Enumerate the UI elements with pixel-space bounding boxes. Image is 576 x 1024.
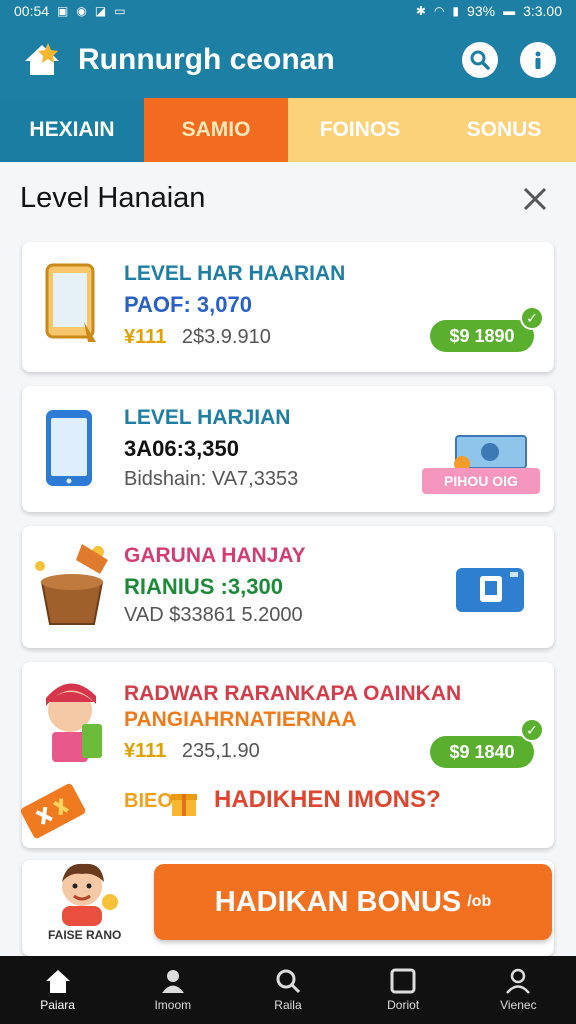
app-actions	[462, 42, 556, 78]
level-card[interactable]: RADWAR RARANKAPA OAINKAN PANGIAHRNATIERN…	[20, 662, 554, 848]
nav-label: Vienec	[500, 998, 537, 1012]
screen-icon: ▭	[114, 4, 126, 18]
card-detail: ¥111 2$3.9.910	[124, 326, 271, 349]
card-title: LEVEL HAR HAARIAN	[124, 262, 346, 285]
image-icon: ◪	[94, 4, 107, 18]
person-icon	[161, 970, 184, 993]
claim-bonus-button[interactable]: HADIKAN BONUS /ob	[154, 864, 552, 940]
ticket-stub-icon	[18, 780, 88, 847]
check-icon: ✓	[520, 718, 544, 742]
card-detail: ¥111 235,1.90	[124, 740, 260, 763]
card-detail: VAD $33861 5.2000	[124, 604, 303, 626]
battery-percent: 93%	[467, 3, 496, 19]
bonus-row: FAISE RANO HADIKAN BONUS /ob	[22, 860, 554, 956]
promo-text: HADIKHEN IMONS?	[214, 786, 441, 813]
level-card[interactable]: LEVEL HARJIAN 3A06:3,350 Bidshain: VA7,3…	[22, 386, 554, 512]
tab-foinos[interactable]: FOINOS	[288, 98, 432, 162]
coin-amount: ¥111	[124, 740, 167, 762]
basket-icon	[32, 540, 112, 635]
square-icon	[390, 968, 416, 994]
ticket-tag[interactable]: PIHOU OIG	[422, 468, 540, 494]
wifi-icon: ◠	[433, 4, 445, 18]
tab-hexiain[interactable]: HEXIAIN	[0, 98, 144, 162]
character-icon	[34, 676, 114, 773]
nav-label: Raila	[274, 998, 302, 1012]
card-value: PAOF: 3,070	[124, 292, 252, 317]
nav-label: Doriot	[387, 998, 420, 1012]
star-house-icon[interactable]	[20, 38, 64, 82]
detail-value: 2$3.9.910	[181, 326, 271, 348]
phone-icon	[44, 408, 94, 493]
status-clock: 3:3.00	[523, 3, 562, 19]
mascot-icon	[52, 858, 122, 931]
tablet-icon	[44, 262, 98, 349]
card-value: RIANIUS :3,300	[124, 574, 283, 599]
nav-label: Imoom	[154, 998, 192, 1012]
signal-icon: ▮	[452, 4, 460, 18]
battery-icon: ▬	[503, 4, 516, 18]
user-icon	[506, 968, 531, 994]
info-icon[interactable]	[520, 42, 556, 78]
bottom-nav: Paiara Imoom Raila Doriot Vienec	[0, 956, 576, 1024]
card-detail: Bidshain: VA7,3353	[124, 468, 299, 490]
gift-box-icon	[170, 788, 198, 823]
notification-icon: ▣	[57, 4, 69, 18]
level-card[interactable]: GARUNA HANJAY RIANIUS :3,300 VAD $33861 …	[22, 526, 554, 648]
promo-prefix: BIEO	[124, 790, 173, 812]
tab-sonus[interactable]: SONUS	[432, 98, 576, 162]
level-card[interactable]: LEVEL HAR HAARIAN PAOF: 3,070 ¥111 2$3.9…	[22, 242, 554, 372]
nav-label: Paiara	[40, 998, 75, 1012]
claim-bonus-label: HADIKAN BONUS	[214, 885, 462, 918]
card-title: LEVEL HARJIAN	[124, 406, 291, 429]
card-subtitle: PANGIAHRNATIERNAA	[124, 708, 357, 731]
mascot-caption: FAISE RANO	[48, 928, 122, 942]
bluetooth-icon: ✱	[415, 4, 426, 18]
home-icon	[45, 970, 70, 993]
search-icon[interactable]	[462, 42, 498, 78]
tab-samio[interactable]: SAMIO	[144, 98, 288, 162]
claim-bonus-suffix: /ob	[467, 893, 492, 910]
tab-bar: HEXIAIN SAMIO FOINOS SONUS	[0, 98, 576, 162]
nav-item-imoom[interactable]: Imoom	[115, 956, 230, 1024]
camera-icon[interactable]	[454, 566, 526, 619]
app-title: Runnurgh ceonan	[78, 43, 335, 76]
nav-item-paiara[interactable]: Paiara	[0, 956, 115, 1024]
nav-item-raila[interactable]: Raila	[230, 956, 345, 1024]
content-sheet: Level Hanaian LEVEL HAR HAARIAN PAOF: 3,…	[0, 162, 576, 956]
app-bar: Runnurgh ceonan	[0, 22, 576, 98]
nav-item-doriot[interactable]: Doriot	[346, 956, 461, 1024]
coin-amount: ¥111	[124, 326, 167, 348]
status-right: ✱ ◠ ▮ 93% ▬ 3:3.00	[416, 3, 562, 19]
check-icon: ✓	[520, 306, 544, 330]
search-icon	[276, 969, 301, 994]
card-title: RADWAR RARANKAPA OAINKAN	[124, 682, 462, 705]
card-value: 3A06:3,350	[124, 436, 239, 461]
close-icon[interactable]	[520, 184, 550, 214]
price-badge[interactable]: $9 1890	[430, 320, 534, 352]
status-left: 00:54 ▣ ◉ ◪ ▭	[14, 3, 126, 19]
card-title: GARUNA HANJAY	[124, 544, 306, 567]
status-time: 00:54	[14, 3, 50, 19]
nav-item-vienec[interactable]: Vienec	[461, 956, 576, 1024]
section-title: Level Hanaian	[20, 182, 206, 214]
alarm-icon: ◉	[76, 4, 87, 18]
price-badge[interactable]: $9 1840	[430, 736, 534, 768]
status-bar: 00:54 ▣ ◉ ◪ ▭ ✱ ◠ ▮ 93% ▬ 3:3.00	[0, 0, 576, 22]
detail-value: 235,1.90	[181, 740, 260, 762]
